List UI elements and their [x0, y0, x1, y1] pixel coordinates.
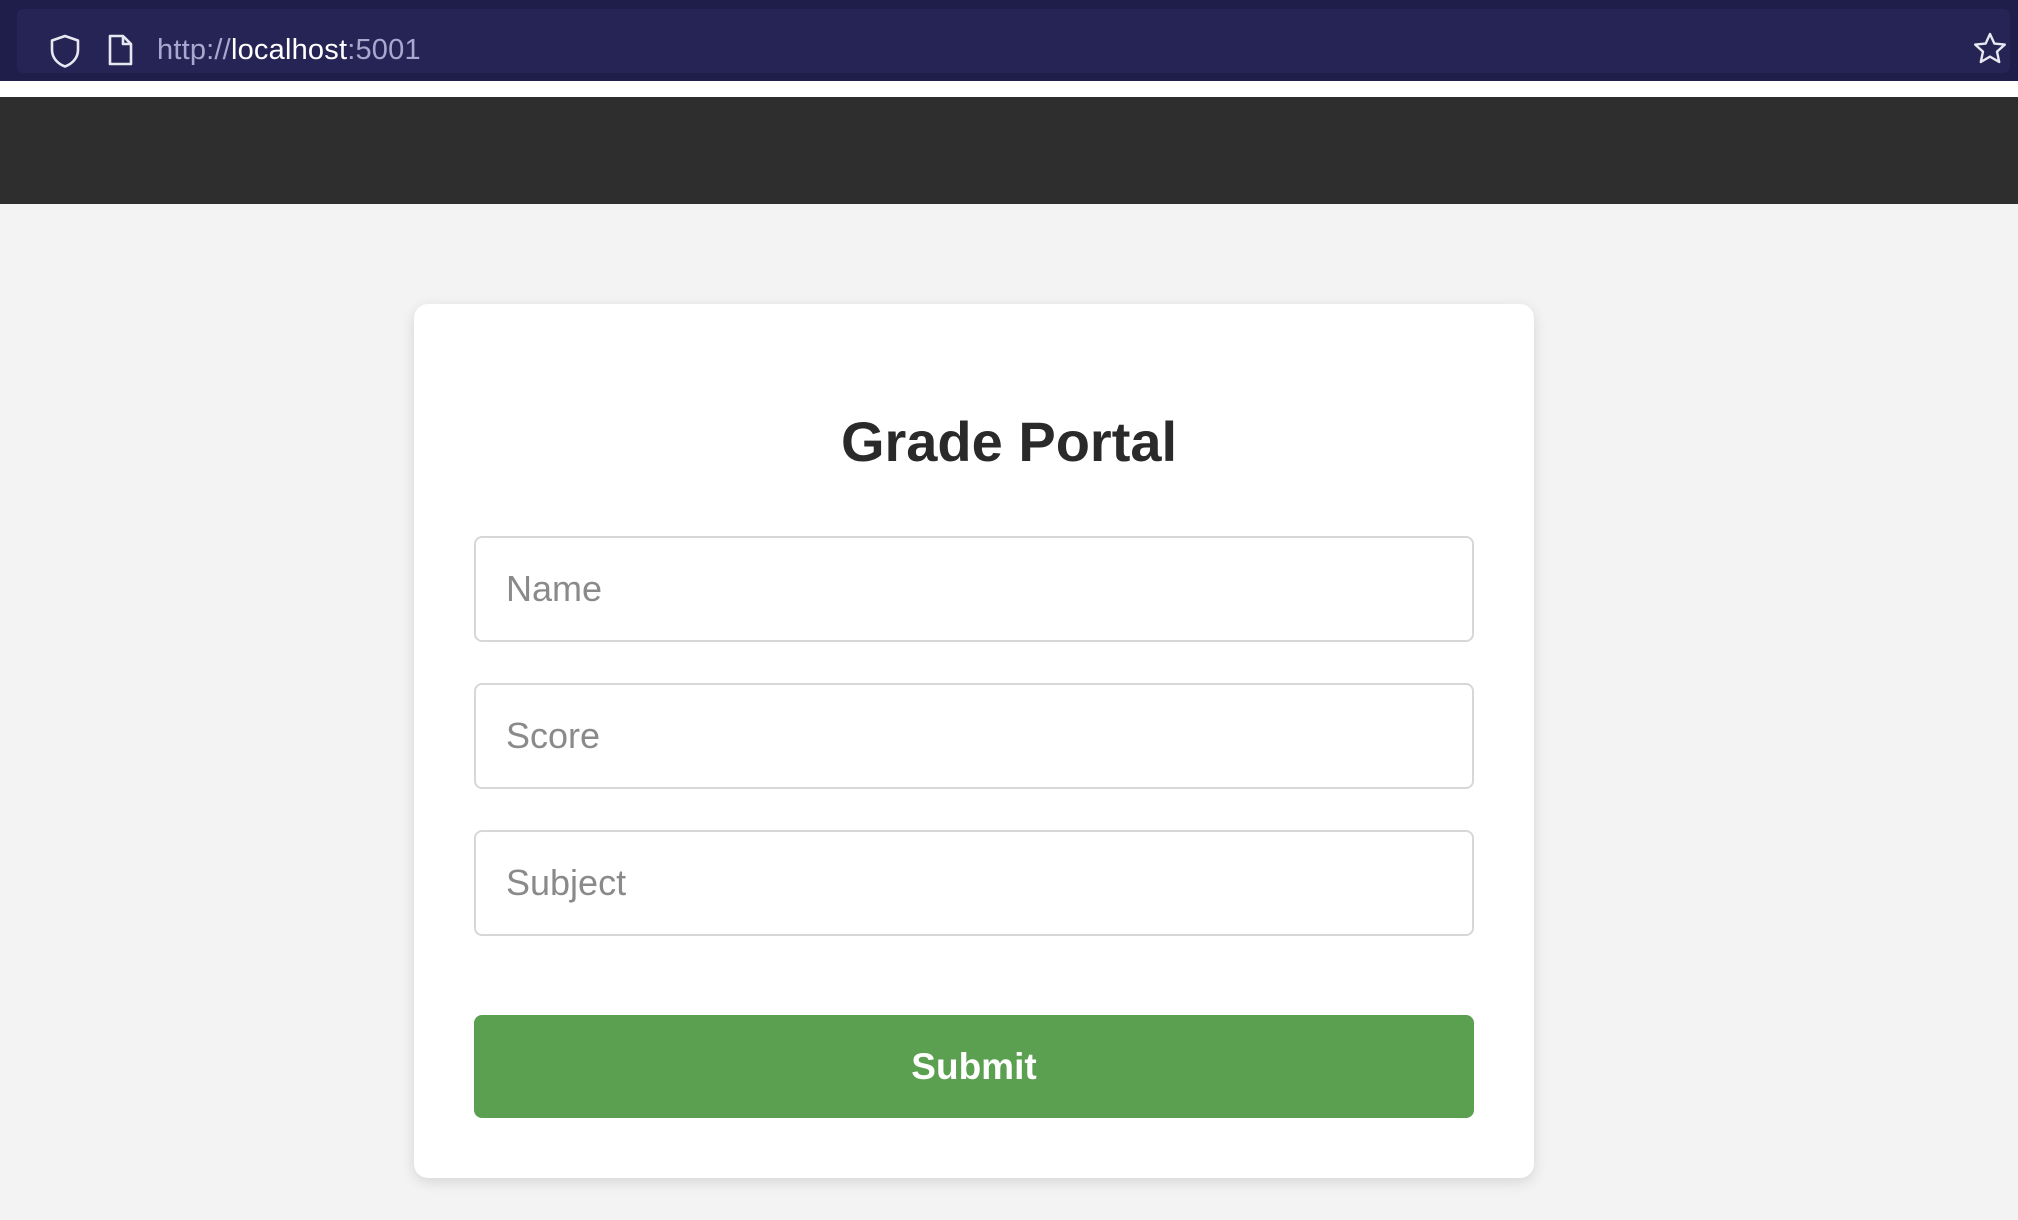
- subject-input[interactable]: [474, 830, 1474, 936]
- url-host: localhost: [230, 34, 348, 66]
- url-scheme: http://: [157, 34, 231, 66]
- toolbar-divider: [0, 81, 2018, 97]
- browser-toolbar: http://localhost:5001: [0, 0, 2018, 81]
- submit-button[interactable]: Submit: [474, 1015, 1474, 1118]
- name-input[interactable]: [474, 536, 1474, 642]
- address-bar[interactable]: http://localhost:5001: [17, 9, 2010, 73]
- score-input[interactable]: [474, 683, 1474, 789]
- shield-icon[interactable]: [48, 33, 82, 69]
- page-icon[interactable]: [106, 33, 134, 67]
- top-navbar: [0, 97, 2018, 204]
- star-icon[interactable]: [1972, 31, 2008, 67]
- url-text[interactable]: http://localhost:5001: [157, 31, 421, 69]
- page-title: Grade Portal: [840, 410, 1178, 473]
- url-port: :5001: [347, 34, 421, 66]
